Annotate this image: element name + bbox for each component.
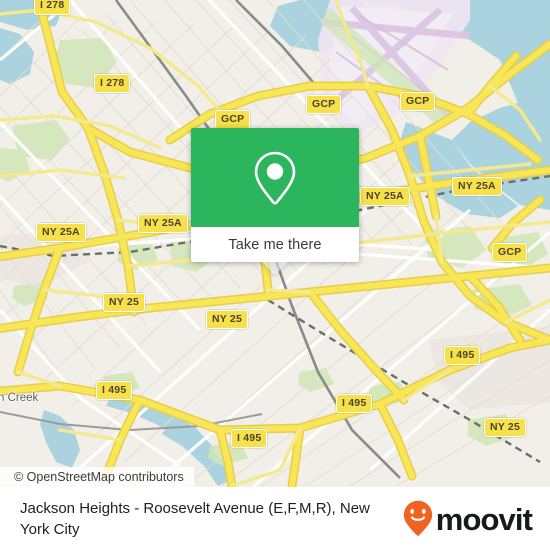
popup-tail-pointer (262, 262, 288, 275)
location-pin-icon (254, 151, 296, 204)
take-me-there-label: Take me there (228, 236, 322, 253)
attribution-text: © OpenStreetMap contributors (14, 470, 184, 484)
popup-header (191, 128, 359, 227)
station-title: Jackson Heights - Roosevelt Avenue (E,F,… (20, 499, 370, 538)
moovit-map-screenshot: I 278 I 278 GCP GCP GCP NY 25A NY 25A NY 25A NY … (0, 0, 550, 550)
location-popup-card[interactable]: Take me there (191, 128, 359, 275)
footer-bar: Jackson Heights - Roosevelt Avenue (E,F,… (0, 487, 550, 550)
map-attribution: © OpenStreetMap contributors (0, 467, 194, 487)
moovit-logo: moovit (403, 500, 533, 537)
map-canvas[interactable]: I 278 I 278 GCP GCP GCP NY 25A NY 25A NY 25A NY … (0, 0, 550, 487)
moovit-wordmark: moovit (435, 502, 533, 537)
take-me-there-button[interactable]: Take me there (191, 227, 359, 262)
moovit-pin-smiley-icon (403, 500, 432, 536)
map-place-label: n Creek (0, 392, 39, 404)
